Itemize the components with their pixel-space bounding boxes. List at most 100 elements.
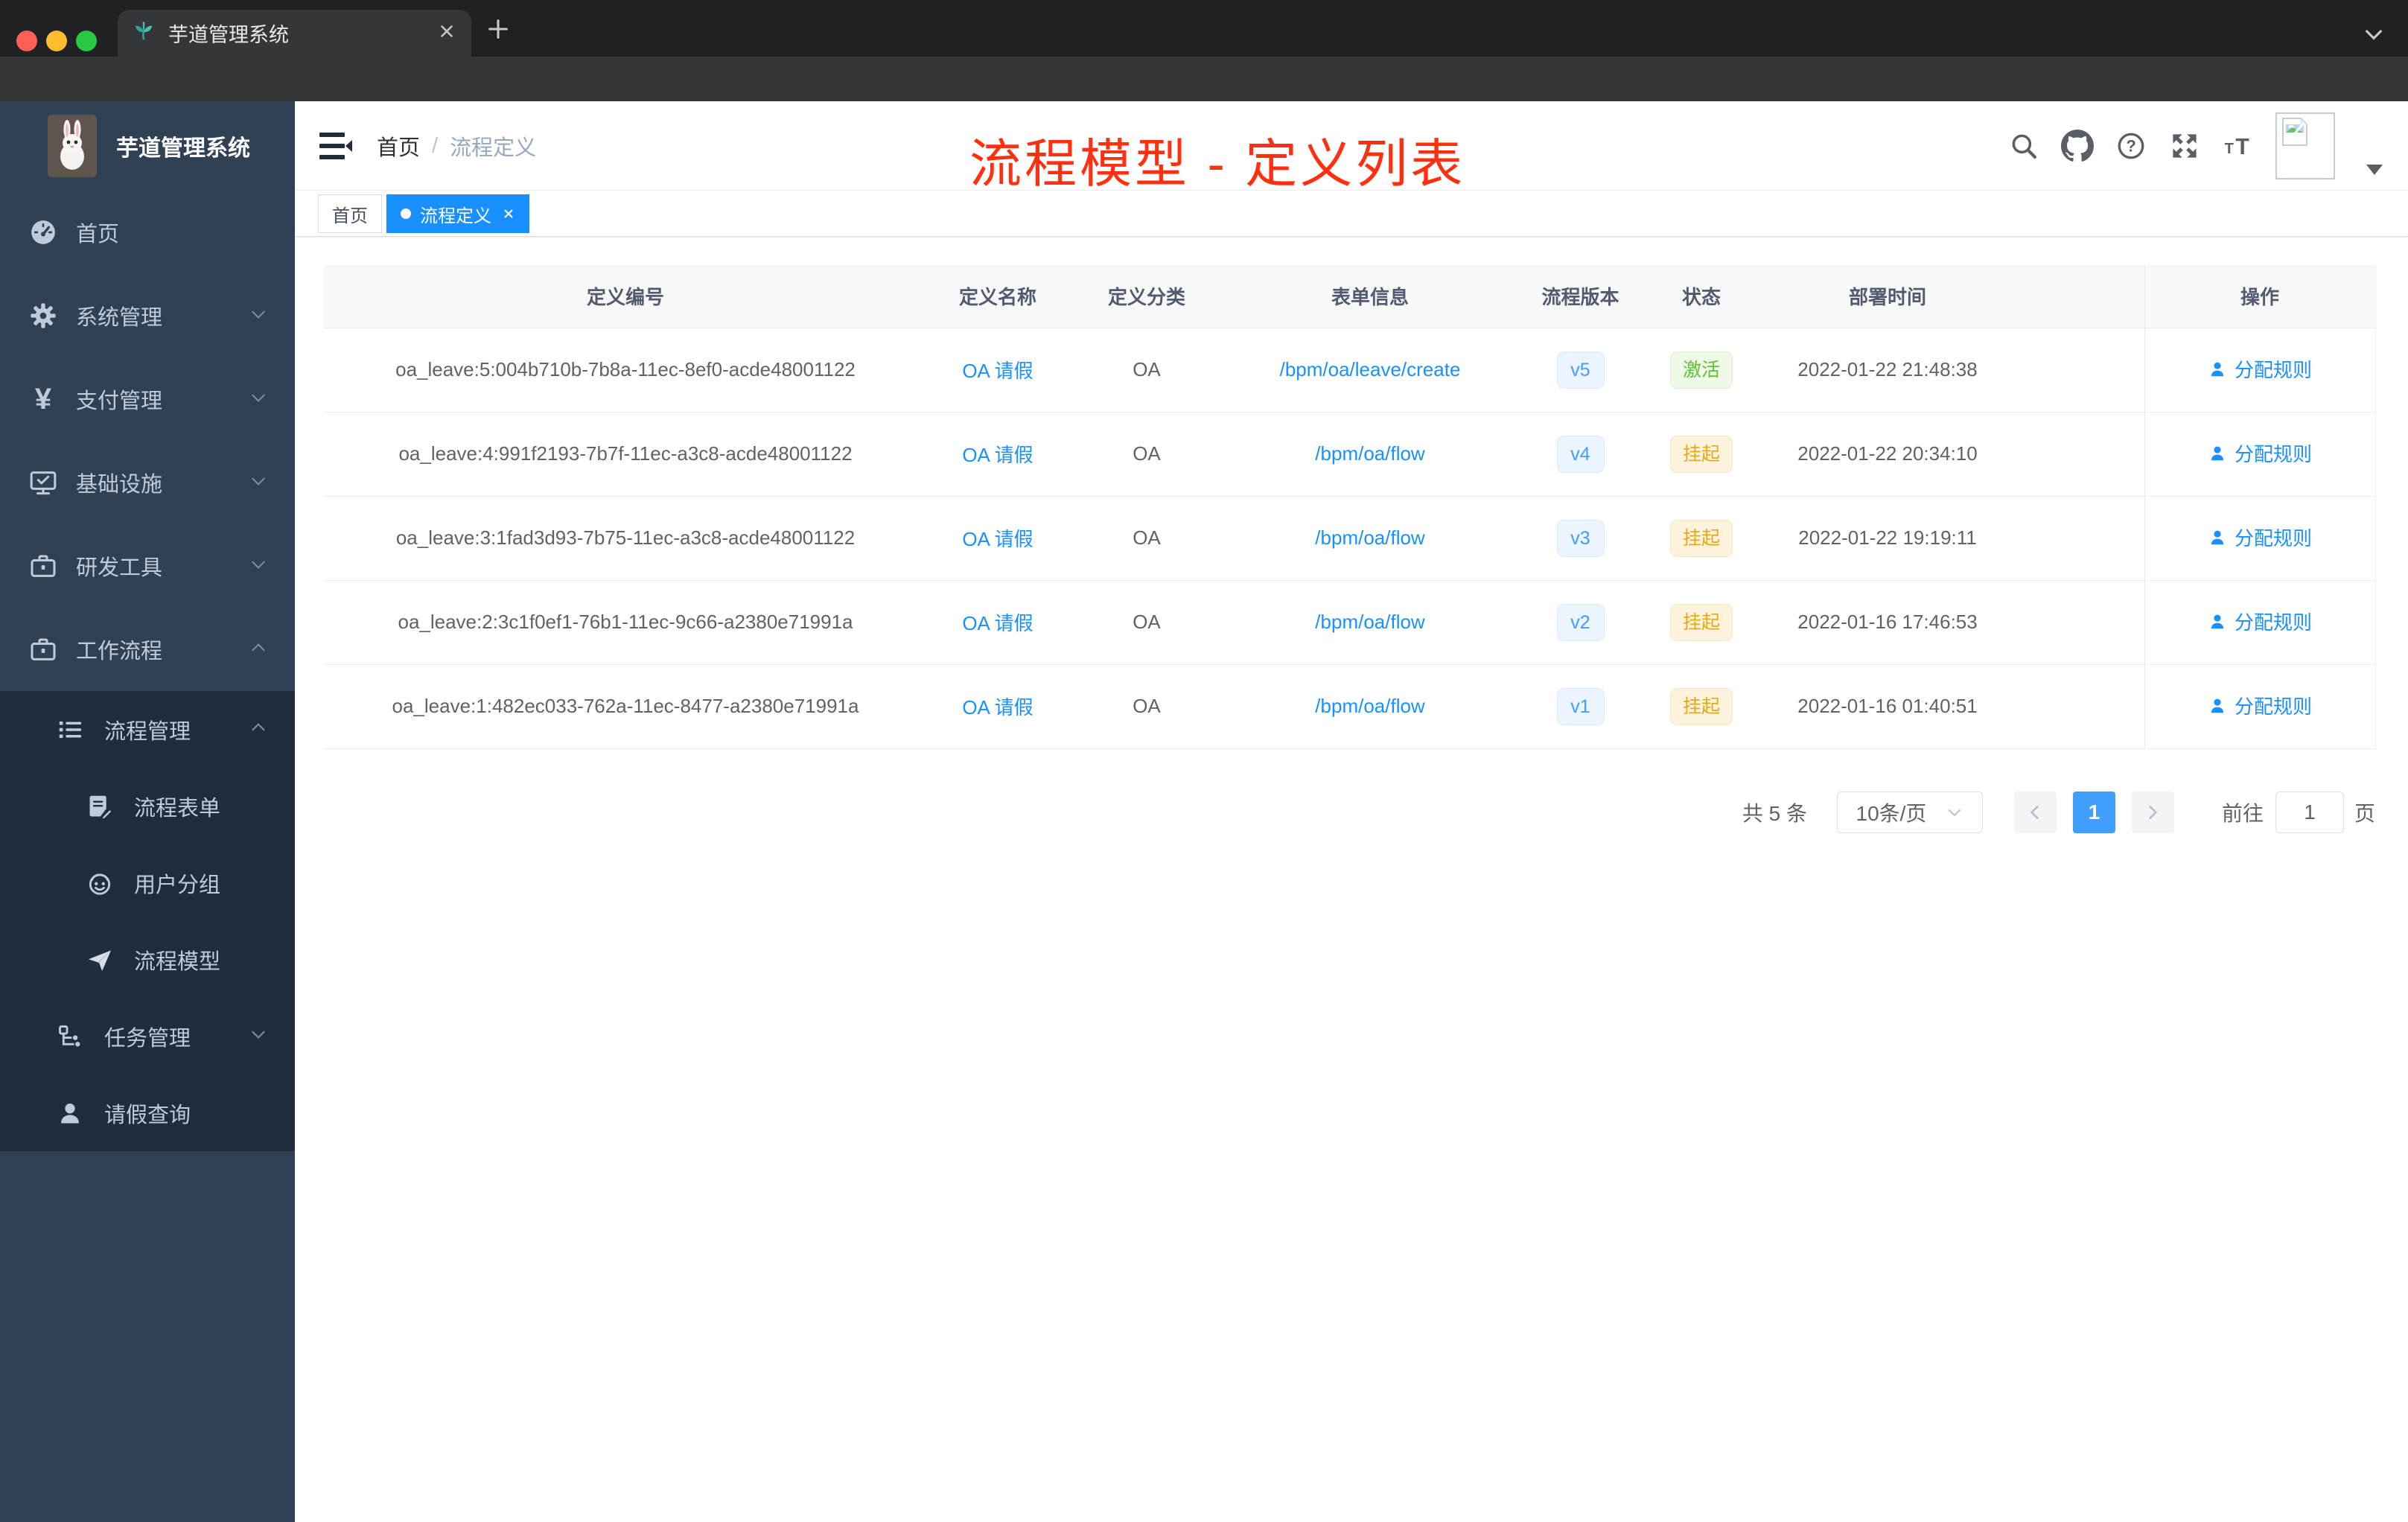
macos-close-button[interactable] <box>16 31 37 51</box>
sidebar-item-system[interactable]: 系统管理 <box>0 274 295 357</box>
sidebar-menu: 首页 系统管理 ¥ 支付管理 基础设施 研发工具 工作流程 流程管理 流程表单 … <box>0 191 295 1151</box>
sidebar-item-user-group[interactable]: 用户分组 <box>0 844 295 921</box>
cell-filler <box>2018 664 2144 749</box>
sidebar-item-process-form[interactable]: 流程表单 <box>0 768 295 844</box>
browser-toolbar: 不安全 dashboard.yudao.iocoder.cn /bpm/mana… <box>0 57 2408 156</box>
robot-face-icon <box>83 867 116 899</box>
definition-name-link[interactable]: OA 请假 <box>962 360 1033 382</box>
assign-rule-button[interactable]: 分配规则 <box>2208 355 2312 383</box>
sidebar-item-label: 研发工具 <box>76 556 163 580</box>
sidebar-item-home[interactable]: 首页 <box>0 191 295 274</box>
breadcrumb-separator: / <box>432 133 439 158</box>
macos-minimize-button[interactable] <box>46 31 67 51</box>
sidebar-item-payment[interactable]: ¥ 支付管理 <box>0 357 295 441</box>
form-link[interactable]: /bpm/oa/leave/create <box>1280 358 1461 380</box>
broken-image-icon <box>2282 118 2307 146</box>
cell-definition-id: oa_leave:1:482ec033-762a-11ec-8477-a2380… <box>324 664 927 749</box>
assign-rule-button[interactable]: 分配规则 <box>2208 692 2312 719</box>
tag-home[interactable]: 首页 <box>318 194 382 233</box>
form-link[interactable]: /bpm/oa/flow <box>1315 526 1424 549</box>
svg-text:T: T <box>2225 141 2235 157</box>
sidebar-logo[interactable]: 芋道管理系统 <box>0 101 295 191</box>
macos-zoom-button[interactable] <box>76 31 97 51</box>
cell-deploy-time: 2022-01-22 21:48:38 <box>1757 328 2018 413</box>
cell-definition-id: oa_leave:5:004b710b-7b8a-11ec-8ef0-acde4… <box>324 328 927 413</box>
chevron-up-icon <box>249 718 268 741</box>
chevron-down-icon <box>249 388 268 411</box>
definition-name-link[interactable]: OA 请假 <box>962 528 1033 550</box>
main-area: 首页 / 流程定义 ? T T 首页 流程定义 定义编号 定义名称 定义分类 表… <box>295 101 2408 1522</box>
page-size-select[interactable]: 10条/页 <box>1836 792 1983 833</box>
sidebar-item-label: 工作流程 <box>76 640 163 663</box>
version-badge: v2 <box>1556 603 1605 641</box>
cell-category: OA <box>1068 412 1225 497</box>
status-badge: 激活 <box>1669 351 1733 389</box>
action-label: 分配规则 <box>2234 611 2312 634</box>
avatar[interactable] <box>2275 112 2335 179</box>
breadcrumb-home[interactable]: 首页 <box>377 130 420 162</box>
version-badge: v4 <box>1556 435 1605 473</box>
browser-tab[interactable]: 芋道管理系统 <box>118 10 471 57</box>
user-icon <box>2211 362 2224 376</box>
status-badge: 挂起 <box>1669 519 1733 557</box>
sidebar-item-label: 用户分组 <box>134 873 221 897</box>
table-header-row: 定义编号 定义名称 定义分类 表单信息 流程版本 状态 部署时间 操作 <box>324 265 2376 328</box>
svg-text:T: T <box>2235 135 2249 159</box>
gear-icon <box>27 299 60 332</box>
chevron-left-icon <box>2030 806 2039 819</box>
user-icon <box>2211 446 2224 460</box>
tag-close-icon[interactable] <box>502 207 515 220</box>
sidebar-item-dev-tools[interactable]: 研发工具 <box>0 524 295 608</box>
form-link[interactable]: /bpm/oa/flow <box>1315 695 1424 717</box>
github-icon[interactable] <box>2061 130 2094 162</box>
definition-name-link[interactable]: OA 请假 <box>962 612 1033 634</box>
col-form-info: 表单信息 <box>1225 265 1515 328</box>
status-badge: 挂起 <box>1669 435 1733 473</box>
next-page-button[interactable] <box>2131 792 2174 833</box>
table-row: oa_leave:4:991f2193-7b7f-11ec-a3c8-acde4… <box>324 412 2376 497</box>
sidebar-item-label: 流程模型 <box>134 949 221 974</box>
breadcrumb-current: 流程定义 <box>450 136 537 160</box>
sidebar-item-workflow[interactable]: 工作流程 <box>0 608 295 691</box>
help-icon[interactable]: ? <box>2115 130 2147 162</box>
goto-page-input[interactable] <box>2275 792 2344 833</box>
sidebar-item-process-model[interactable]: 流程模型 <box>0 921 295 998</box>
assign-rule-button[interactable]: 分配规则 <box>2208 608 2312 635</box>
action-label: 分配规则 <box>2234 527 2312 550</box>
form-link[interactable]: /bpm/oa/flow <box>1315 442 1424 465</box>
definition-name-link[interactable]: OA 请假 <box>962 444 1033 466</box>
new-tab-button[interactable] <box>485 16 511 45</box>
form-link[interactable]: /bpm/oa/flow <box>1315 611 1424 633</box>
sidebar-item-label: 支付管理 <box>76 389 163 413</box>
monitor-icon <box>27 466 60 499</box>
fullscreen-icon[interactable] <box>2168 130 2201 162</box>
cell-deploy-time: 2022-01-16 17:46:53 <box>1757 580 2018 665</box>
sidebar-item-process-management[interactable]: 流程管理 <box>0 691 295 768</box>
avatar-caret-down-icon[interactable] <box>2366 165 2383 175</box>
tab-close-icon[interactable] <box>437 22 456 45</box>
sidebar-submenu-workflow: 流程管理 流程表单 用户分组 流程模型 任务管理 请假查询 <box>0 691 295 1151</box>
col-definition-name: 定义名称 <box>927 265 1068 328</box>
sidebar-item-task-management[interactable]: 任务管理 <box>0 998 295 1074</box>
search-icon[interactable] <box>2007 130 2040 162</box>
app-root: 芋道管理系统 首页 系统管理 ¥ 支付管理 基础设施 研发工具 工作流程 流程管… <box>0 101 2408 1522</box>
col-deploy-time: 部署时间 <box>1757 265 2018 328</box>
status-badge: 挂起 <box>1669 687 1733 725</box>
sidebar-item-infrastructure[interactable]: 基础设施 <box>0 441 295 524</box>
action-label: 分配规则 <box>2234 443 2312 466</box>
assign-rule-button[interactable]: 分配规则 <box>2208 523 2312 551</box>
current-page-button[interactable]: 1 <box>2072 792 2115 833</box>
tab-search-chevron-icon[interactable] <box>2362 22 2386 50</box>
cell-definition-id: oa_leave:3:1fad3d93-7b75-11ec-a3c8-acde4… <box>324 496 927 581</box>
assign-rule-button[interactable]: 分配规则 <box>2208 439 2312 467</box>
definition-name-link[interactable]: OA 请假 <box>962 696 1033 719</box>
font-size-icon[interactable]: T T <box>2222 130 2255 162</box>
col-status: 状态 <box>1646 265 1757 328</box>
tag-process-definition[interactable]: 流程定义 <box>386 194 529 233</box>
chevron-down-icon <box>249 1025 268 1048</box>
sidebar-toggle-hamburger-icon[interactable] <box>319 130 353 166</box>
cell-deploy-time: 2022-01-16 01:40:51 <box>1757 664 2018 749</box>
sidebar-item-label: 任务管理 <box>104 1026 191 1051</box>
prev-page-button[interactable] <box>2013 792 2057 833</box>
sidebar-item-leave-query[interactable]: 请假查询 <box>0 1074 295 1151</box>
